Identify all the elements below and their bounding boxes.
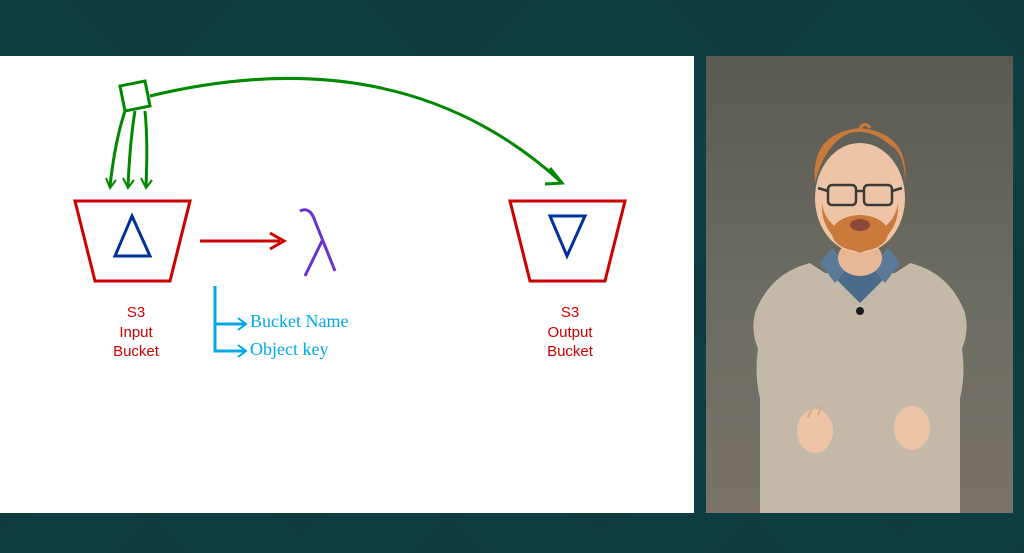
presenter-figure bbox=[720, 73, 1000, 513]
arrow-file-to-output bbox=[150, 78, 562, 184]
whiteboard-slide: S3 Input Bucket S3 Output Bucket Bucket … bbox=[0, 56, 694, 513]
triangle-up-icon bbox=[115, 216, 150, 256]
diagram-svg bbox=[0, 56, 694, 513]
annotation-object-key: Object key bbox=[250, 339, 328, 360]
input-bucket-icon bbox=[75, 201, 190, 281]
output-label-output: Output bbox=[547, 324, 592, 341]
output-bucket-icon bbox=[510, 201, 625, 281]
output-label-s3: S3 bbox=[561, 304, 579, 321]
lambda-icon bbox=[300, 210, 335, 276]
output-bucket-label: S3 Output Bucket bbox=[530, 303, 610, 362]
triangle-down-icon bbox=[550, 216, 585, 256]
annotation-arrows bbox=[215, 286, 246, 357]
input-label-bucket: Bucket bbox=[113, 343, 159, 360]
input-label-input: Input bbox=[119, 324, 152, 341]
output-label-bucket: Bucket bbox=[547, 343, 593, 360]
video-frame: S3 Input Bucket S3 Output Bucket Bucket … bbox=[0, 0, 1024, 553]
input-bucket-label: S3 Input Bucket bbox=[96, 303, 176, 362]
annotation-bucket-name: Bucket Name bbox=[250, 311, 348, 332]
presenter-video bbox=[706, 56, 1013, 513]
arrow-input-to-lambda bbox=[200, 233, 284, 249]
input-label-s3: S3 bbox=[127, 304, 145, 321]
file-stack-icon bbox=[106, 81, 152, 188]
